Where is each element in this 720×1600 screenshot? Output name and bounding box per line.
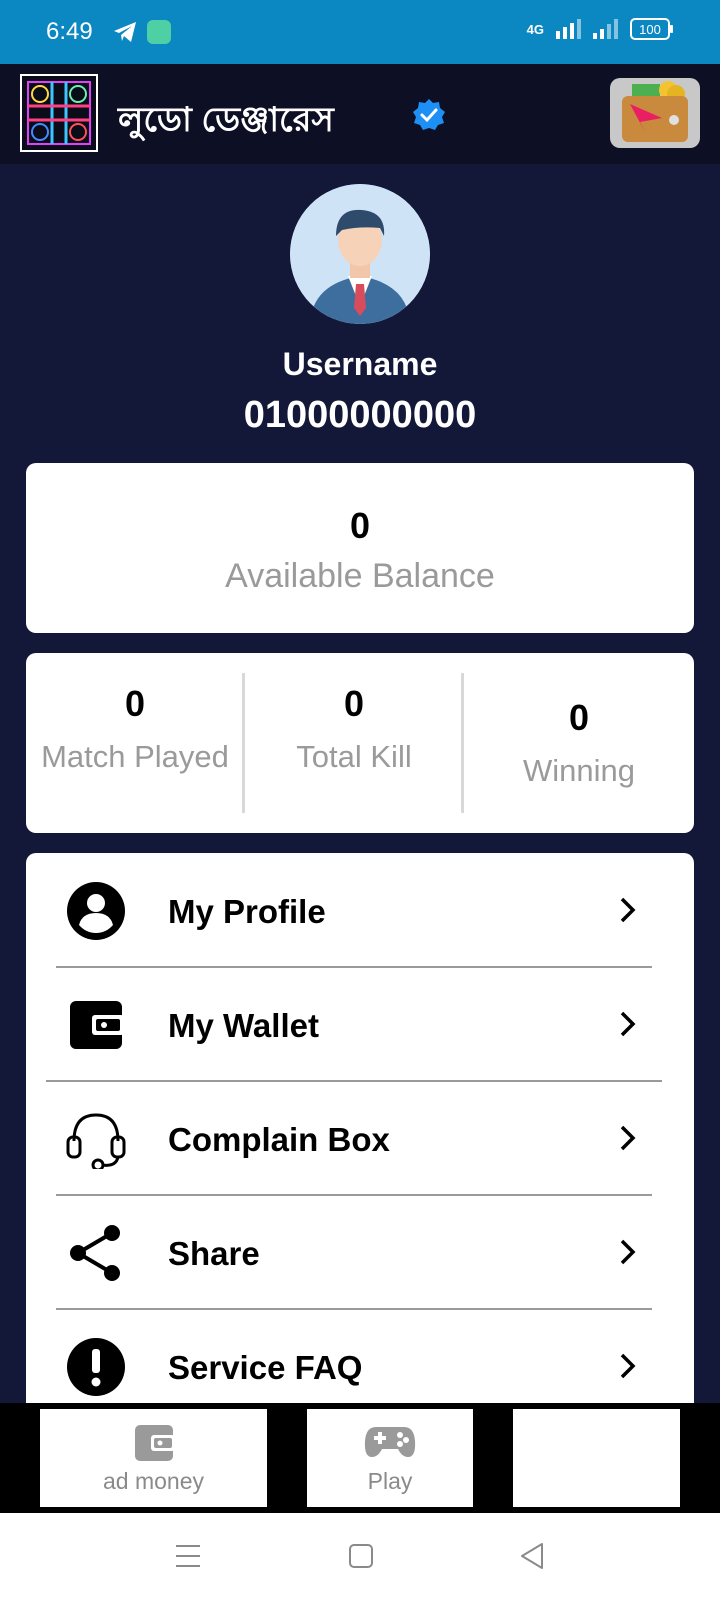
stat-label: Total Kill — [296, 739, 412, 774]
app-bar: লুডো ডেঞ্জারেস — [0, 64, 720, 164]
menu-item-label: Share — [168, 1235, 260, 1272]
chevron-right-icon — [620, 897, 636, 923]
nav-tab-ad-money[interactable]: ad money — [40, 1409, 267, 1507]
menu-item-label: My Profile — [168, 893, 326, 930]
stat-value: 0 — [124, 683, 146, 724]
menu-item-label: Complain Box — [168, 1121, 390, 1158]
balance-card: 0 Available Balance — [26, 463, 694, 633]
ludo-board-icon — [27, 81, 91, 145]
battery-icon: 100 — [630, 18, 673, 40]
stat-value: 0 — [568, 697, 590, 738]
nav-tab-empty[interactable] — [513, 1409, 680, 1507]
menu-item-complain-box[interactable]: Complain Box — [26, 1081, 694, 1195]
chevron-right-icon — [620, 1239, 636, 1265]
wallet-icon — [70, 1001, 124, 1049]
menu-list: My Profile My Wallet Complain Box Share … — [26, 853, 694, 1403]
stat-match-played: 0 Match Played — [26, 653, 244, 833]
wallet-icon — [622, 81, 688, 142]
app-logo — [20, 74, 98, 152]
user-avatar-icon — [290, 184, 430, 324]
menu-icon[interactable] — [174, 1543, 202, 1569]
network-type: 4G — [526, 21, 544, 37]
notification-app-icon — [147, 20, 171, 44]
verified-badge-icon — [410, 96, 448, 134]
menu-item-service-faq[interactable]: Service FAQ — [26, 1309, 694, 1403]
menu-item-my-wallet[interactable]: My Wallet — [26, 967, 694, 1081]
chevron-right-icon — [620, 1353, 636, 1379]
balance-label: Available Balance — [225, 557, 495, 595]
gamepad-icon — [364, 1427, 416, 1457]
nav-tab-label: Play — [367, 1468, 413, 1494]
nav-tab-play[interactable]: Play — [307, 1409, 473, 1507]
stat-label: Winning — [523, 753, 635, 788]
menu-item-my-profile[interactable]: My Profile — [26, 853, 694, 967]
stats-card: 0 Match Played 0 Total Kill 0 Winning — [26, 653, 694, 833]
signal-icon — [556, 19, 581, 39]
nav-tab-label: ad money — [102, 1468, 204, 1494]
stat-label: Match Played — [41, 739, 229, 774]
stat-total-kill: 0 Total Kill — [245, 653, 463, 833]
chevron-right-icon — [620, 1125, 636, 1151]
back-icon[interactable] — [519, 1541, 545, 1571]
menu-item-label: My Wallet — [168, 1007, 319, 1044]
battery-level: 100 — [639, 21, 661, 37]
signal-icon-2 — [593, 19, 618, 39]
app-title: লুডো ডেঞ্জারেস — [118, 101, 334, 139]
status-bar: 6:49 4G 100 — [0, 0, 720, 64]
username: Username — [282, 346, 438, 382]
phone-number: 01000000000 — [243, 394, 477, 436]
stat-winning: 0 Winning — [464, 653, 694, 833]
system-nav-bar — [0, 1513, 720, 1600]
bottom-nav: ad money Play — [0, 1403, 720, 1513]
account-circle-icon — [67, 882, 125, 940]
balance-value: 0 — [349, 505, 371, 546]
stat-value: 0 — [343, 683, 365, 724]
headset-icon — [66, 1113, 126, 1169]
avatar — [290, 184, 430, 324]
wallet-button[interactable] — [610, 78, 700, 148]
telegram-icon — [114, 22, 136, 42]
menu-item-label: Service FAQ — [168, 1349, 363, 1386]
share-icon — [70, 1225, 120, 1281]
menu-item-share[interactable]: Share — [26, 1195, 694, 1309]
wallet-icon — [134, 1425, 175, 1461]
home-icon[interactable] — [348, 1543, 374, 1569]
status-time: 6:49 — [46, 18, 93, 45]
alert-circle-icon — [67, 1338, 125, 1396]
chevron-right-icon — [620, 1011, 636, 1037]
